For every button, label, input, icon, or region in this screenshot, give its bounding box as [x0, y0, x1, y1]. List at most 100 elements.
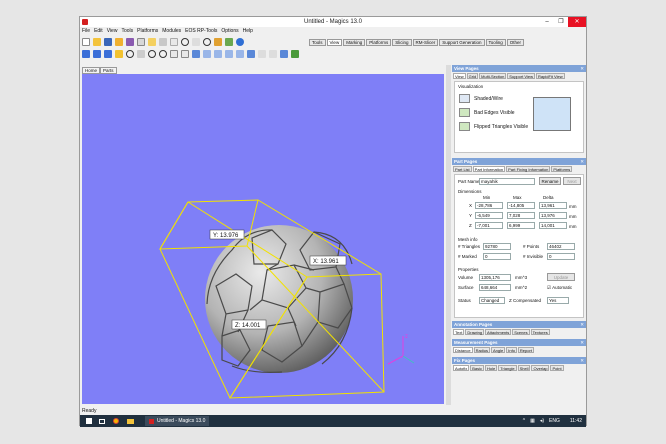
- rename-button[interactable]: Rename: [539, 177, 561, 185]
- view-front-icon[interactable]: [82, 50, 90, 58]
- tab-scenes[interactable]: Scenes: [512, 329, 530, 335]
- view-cube-icon[interactable]: [247, 50, 255, 58]
- view-zoom-in-icon[interactable]: [148, 50, 156, 58]
- minimize-button[interactable]: –: [540, 17, 554, 27]
- view-tab-home[interactable]: Home: [82, 67, 101, 74]
- tab-view[interactable]: View: [453, 73, 466, 79]
- tab-angle[interactable]: Angle: [491, 347, 506, 353]
- tab-platforms[interactable]: Platforms: [551, 166, 573, 172]
- tab-textures[interactable]: Textures: [530, 329, 550, 335]
- restore-button[interactable]: ❐: [554, 17, 568, 27]
- annotation-pages-header[interactable]: Annotation Pages ✕: [452, 321, 586, 328]
- panel-splitter[interactable]: [446, 65, 451, 405]
- toolbar-tab-other[interactable]: Other: [506, 39, 525, 46]
- close-icon[interactable]: ✕: [580, 357, 584, 364]
- tab-autofix[interactable]: Autofix: [453, 365, 470, 371]
- volume-icon[interactable]: ◂): [540, 418, 544, 424]
- soccer-ball-model[interactable]: [205, 225, 353, 373]
- network-icon[interactable]: ▦: [530, 418, 535, 424]
- close-icon[interactable]: ✕: [580, 158, 584, 165]
- tab-shell[interactable]: Shell: [517, 365, 531, 371]
- menu-edit[interactable]: Edit: [94, 27, 103, 35]
- import-icon[interactable]: [115, 38, 123, 46]
- flipped-triangles-option[interactable]: Flipped Triangles Visible: [459, 122, 528, 131]
- shaded-wire-option[interactable]: Shaded/Wire: [459, 94, 503, 103]
- zoom-icon[interactable]: [203, 38, 211, 46]
- tab-triangle[interactable]: Triangle: [498, 365, 517, 371]
- menu-eos-rp-tools[interactable]: EOS RP-Tools: [185, 27, 217, 35]
- view-section-icon[interactable]: [280, 50, 288, 58]
- select-icon[interactable]: [170, 38, 178, 46]
- export-icon[interactable]: [126, 38, 134, 46]
- view-rotate-icon[interactable]: [126, 50, 134, 58]
- redo-icon[interactable]: [159, 38, 167, 46]
- view-green-icon[interactable]: [291, 50, 299, 58]
- tab-part-information[interactable]: Part Information: [472, 166, 506, 172]
- toolbar-tab-tools[interactable]: Tools: [309, 39, 326, 46]
- help-icon[interactable]: [236, 38, 244, 46]
- toolbar-tab-tooling[interactable]: Tooling: [485, 39, 506, 46]
- pan-icon[interactable]: [192, 38, 200, 46]
- part-pages-header[interactable]: Part Pages ✕: [452, 158, 586, 165]
- view-bottom-icon[interactable]: [225, 50, 233, 58]
- tab-support-view[interactable]: Support View: [507, 73, 536, 79]
- tab-part-fixing-information[interactable]: Part Fixing Information: [506, 166, 551, 172]
- view-right-icon[interactable]: [236, 50, 244, 58]
- chrome-icon[interactable]: [109, 415, 123, 427]
- automatic-checkbox[interactable]: ☑ Automatic: [547, 285, 572, 291]
- view-left-icon[interactable]: [104, 50, 112, 58]
- view-light-icon[interactable]: [269, 50, 277, 58]
- view-tab-parts[interactable]: Parts: [100, 67, 117, 74]
- rotate-icon[interactable]: [181, 38, 189, 46]
- toolbar-tab-view[interactable]: View: [326, 39, 343, 46]
- task-view-icon[interactable]: [95, 415, 109, 427]
- view-wireframe-icon[interactable]: [203, 50, 211, 58]
- view-pages-header[interactable]: View Pages ✕: [452, 65, 586, 72]
- print-icon[interactable]: [137, 38, 145, 46]
- view-zoom-window-icon[interactable]: [181, 50, 189, 58]
- start-button[interactable]: [83, 415, 95, 427]
- menu-tools[interactable]: Tools: [121, 27, 133, 35]
- tab-text[interactable]: Text: [453, 329, 465, 335]
- open-folder-icon[interactable]: [93, 38, 101, 46]
- toolbar-tab-slicing[interactable]: Slicing: [392, 39, 412, 46]
- tab-report[interactable]: Report: [517, 347, 534, 353]
- tab-overlap[interactable]: Overlap: [531, 365, 550, 371]
- tab-info[interactable]: Info: [506, 347, 517, 353]
- view-iso-icon[interactable]: [115, 50, 123, 58]
- toolbar-tab-marking[interactable]: Marking: [343, 39, 366, 46]
- taskbar-app-magics[interactable]: Untitled - Magics 13.0: [145, 416, 210, 426]
- tab-radius[interactable]: Radius: [473, 347, 491, 353]
- view-cube-icon[interactable]: [533, 97, 571, 131]
- part-name-select[interactable]: mayahik: [479, 178, 535, 185]
- close-icon[interactable]: ✕: [580, 321, 584, 328]
- tab-point[interactable]: Point: [550, 365, 564, 371]
- view-back-icon[interactable]: [93, 50, 101, 58]
- menu-platforms[interactable]: Platforms: [137, 27, 158, 35]
- view-shaded-icon[interactable]: [192, 50, 200, 58]
- menu-help[interactable]: Help: [243, 27, 253, 35]
- save-icon[interactable]: [104, 38, 112, 46]
- tab-attachments[interactable]: Attachments: [485, 329, 512, 335]
- toolbar-tab-platforms[interactable]: Platforms: [366, 39, 392, 46]
- menu-modules[interactable]: Modules: [162, 27, 181, 35]
- file-explorer-icon[interactable]: [123, 415, 137, 427]
- language-indicator[interactable]: ENG: [549, 418, 560, 424]
- menu-options[interactable]: Options: [221, 27, 238, 35]
- tab-grid[interactable]: Grid: [466, 73, 479, 79]
- bad-edges-option[interactable]: Bad Edges Visible: [459, 108, 515, 117]
- tray-arrow-icon[interactable]: ^: [523, 418, 525, 424]
- clock[interactable]: 11:42: [570, 418, 582, 424]
- close-icon[interactable]: ✕: [580, 339, 584, 346]
- tab-drawing[interactable]: Drawing: [465, 329, 485, 335]
- view-top-icon[interactable]: [214, 50, 222, 58]
- view-zoom-out-icon[interactable]: [159, 50, 167, 58]
- menu-view[interactable]: View: [107, 27, 118, 35]
- view-axes-icon[interactable]: [258, 50, 266, 58]
- tab-basic[interactable]: Basic: [470, 365, 485, 371]
- measurement-pages-header[interactable]: Measurement Pages ✕: [452, 339, 586, 346]
- windows-logo-icon[interactable]: [86, 418, 92, 424]
- bad-edges-icon[interactable]: [459, 108, 470, 117]
- tab-distance[interactable]: Distance: [453, 347, 473, 353]
- view-pan-icon[interactable]: [137, 50, 145, 58]
